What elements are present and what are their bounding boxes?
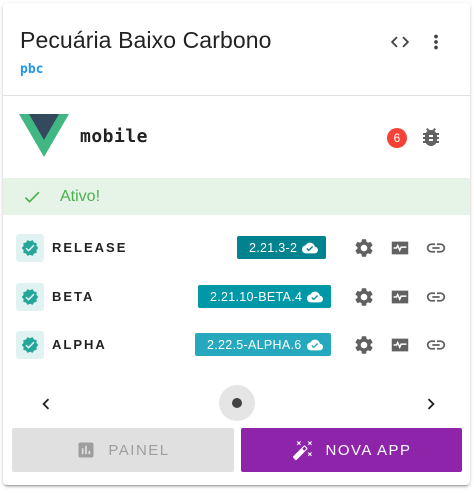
monitor-heart-icon: [391, 241, 409, 255]
carousel-next-button[interactable]: [419, 392, 443, 416]
channel-version: 2.21.3-2: [249, 240, 298, 255]
bar-chart-icon: [78, 442, 94, 458]
channel-monitor-button[interactable]: [386, 283, 414, 311]
cloud-done-icon: [306, 339, 323, 350]
magic-wand-icon: [292, 440, 312, 461]
channel-settings-button[interactable]: [350, 283, 378, 311]
chevron-right-icon: [427, 398, 435, 410]
bug-icon: [423, 128, 439, 146]
more-menu-button[interactable]: [421, 27, 451, 57]
app-name: mobile: [80, 126, 149, 147]
channel-checkbox[interactable]: [16, 331, 44, 359]
channel-version-chip[interactable]: 2.22.5-ALPHA.6: [195, 333, 331, 356]
monitor-heart-icon: [391, 290, 409, 304]
channel-checkbox[interactable]: [16, 283, 44, 311]
cloud-done-icon: [302, 242, 319, 253]
channel-link-button[interactable]: [422, 283, 450, 311]
status-banner: Ativo!: [3, 178, 470, 215]
channel-checkbox[interactable]: [16, 234, 44, 262]
channel-monitor-button[interactable]: [386, 331, 414, 359]
link-icon: [426, 243, 446, 253]
channel-row-beta: BETA 2.21.10-BETA.4: [3, 279, 470, 319]
channel-name: BETA: [52, 289, 95, 304]
channel-version-chip[interactable]: 2.21.10-BETA.4: [198, 285, 332, 308]
channel-monitor-button[interactable]: [386, 234, 414, 262]
bug-report-button[interactable]: [418, 124, 444, 150]
carousel-dot-indicator: [232, 398, 242, 408]
channel-name: ALPHA: [52, 337, 107, 352]
monitor-heart-icon: [391, 338, 409, 352]
channel-name: RELEASE: [52, 240, 128, 255]
nova-app-button[interactable]: NOVA APP: [241, 428, 462, 472]
chevron-left-icon: [42, 398, 50, 410]
carousel-dot[interactable]: [219, 385, 255, 421]
channel-row-alpha: ALPHA 2.22.5-ALPHA.6: [3, 327, 470, 367]
app-row: mobile 6: [3, 96, 470, 178]
card-header: Pecuária Baixo Carbono pbc: [3, 3, 470, 95]
cloud-done-icon: [307, 291, 324, 302]
channel-version: 2.21.10-BETA.4: [210, 289, 303, 304]
channel-row-release: RELEASE 2.21.3-2: [3, 230, 470, 270]
code-button[interactable]: [385, 27, 415, 57]
link-icon: [426, 340, 446, 350]
gear-icon: [355, 336, 373, 354]
channel-version-chip[interactable]: 2.21.3-2: [237, 236, 327, 259]
link-icon: [426, 292, 446, 302]
channel-link-button[interactable]: [422, 331, 450, 359]
painel-label: PAINEL: [108, 441, 170, 459]
gear-icon: [355, 288, 373, 306]
page-title: Pecuária Baixo Carbono: [20, 27, 272, 53]
app-card: Pecuária Baixo Carbono pbc mobile 6 Ativ…: [3, 3, 470, 485]
verified-icon: [21, 289, 39, 305]
project-slug: pbc: [20, 62, 44, 77]
carousel-prev-button[interactable]: [34, 392, 58, 416]
channel-version: 2.22.5-ALPHA.6: [207, 337, 302, 352]
vue-logo-icon: [19, 114, 69, 157]
code-icon: [390, 36, 410, 48]
channel-settings-button[interactable]: [350, 331, 378, 359]
channel-settings-button[interactable]: [350, 234, 378, 262]
gear-icon: [355, 239, 373, 257]
channel-link-button[interactable]: [422, 234, 450, 262]
check-icon: [24, 191, 40, 203]
issue-count-badge: 6: [387, 128, 407, 148]
verified-icon: [21, 337, 39, 353]
more-vert-icon: [434, 34, 438, 50]
painel-button[interactable]: PAINEL: [12, 428, 234, 472]
nova-app-label: NOVA APP: [325, 441, 412, 459]
verified-icon: [21, 240, 39, 256]
status-text: Ativo!: [60, 188, 101, 205]
